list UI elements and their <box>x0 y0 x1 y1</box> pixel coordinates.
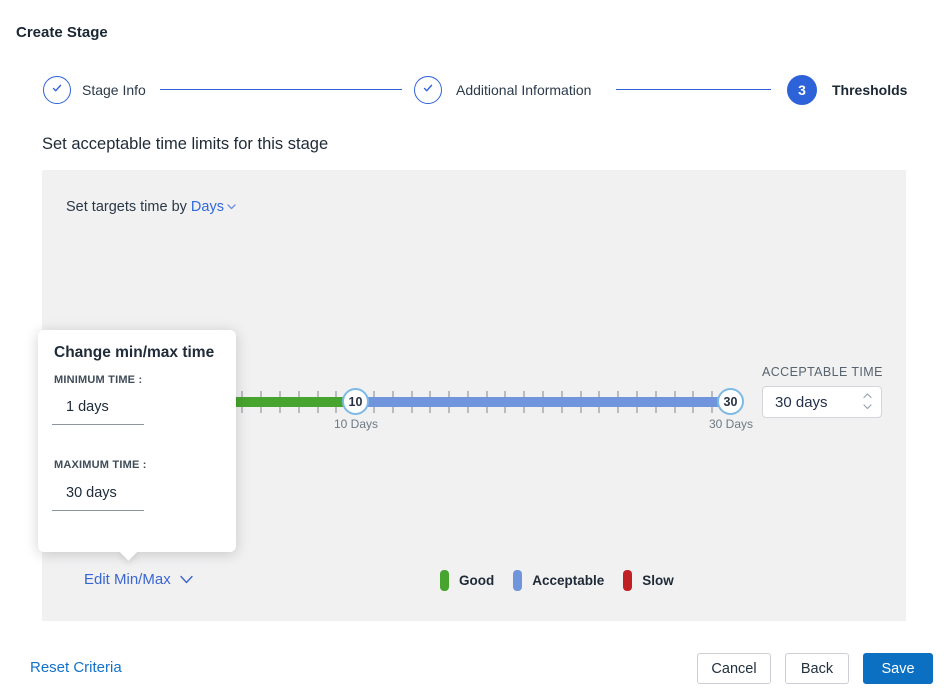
step-3-current-circle: 3 <box>787 75 817 105</box>
slider-max-label: 30 Days <box>691 417 771 431</box>
unit-dropdown-value[interactable]: Days <box>191 199 224 215</box>
slider-handle-min[interactable]: 10 <box>342 388 369 415</box>
slider-track-acceptable[interactable] <box>355 397 731 407</box>
step-number: 3 <box>798 82 806 98</box>
save-button[interactable]: Save <box>863 653 933 684</box>
edit-minmax-link[interactable]: Edit Min/Max <box>84 571 193 588</box>
spinner-up-icon[interactable] <box>863 393 872 399</box>
legend-swatch-icon <box>513 570 522 591</box>
step-connector <box>616 89 771 90</box>
step-label-thresholds[interactable]: Thresholds <box>832 80 907 100</box>
minimum-time-field <box>52 398 144 425</box>
check-icon <box>50 81 64 100</box>
acceptable-time-stepper[interactable] <box>762 386 882 418</box>
slider-handle-min-value: 10 <box>349 395 363 409</box>
back-button[interactable]: Back <box>785 653 849 684</box>
chevron-down-icon <box>180 571 193 588</box>
legend-label: Acceptable <box>532 573 604 588</box>
legend-swatch-icon <box>623 570 632 591</box>
acceptable-time-label: ACCEPTABLE TIME <box>762 365 883 379</box>
set-targets-prefix: Set targets time by <box>66 199 187 215</box>
edit-minmax-label[interactable]: Edit Min/Max <box>84 571 171 588</box>
set-targets-line: Set targets time by Days <box>66 198 236 215</box>
spinner-down-icon[interactable] <box>863 404 872 410</box>
legend-item: Acceptable <box>513 570 604 591</box>
create-stage-screen: Create Stage Stage Info Additional Infor… <box>0 0 947 699</box>
step-1-complete-circle <box>43 76 71 104</box>
cancel-button[interactable]: Cancel <box>697 653 771 684</box>
legend: Good Acceptable Slow <box>440 570 674 591</box>
page-title: Create Stage <box>16 24 108 41</box>
legend-swatch-icon <box>440 570 449 591</box>
step-2-complete-circle <box>414 76 442 104</box>
step-connector <box>160 89 402 90</box>
legend-label: Slow <box>642 573 674 588</box>
maximum-time-label: MAXIMUM TIME : <box>54 459 147 471</box>
slider-min-label: 10 Days <box>316 417 396 431</box>
footer-buttons: Cancel Back Save <box>697 653 933 684</box>
slider-handle-max-value: 30 <box>724 395 738 409</box>
legend-label: Good <box>459 573 494 588</box>
unit-dropdown[interactable]: Days <box>191 199 236 215</box>
slider-handle-max[interactable]: 30 <box>717 388 744 415</box>
maximum-time-input[interactable] <box>52 485 144 511</box>
legend-item: Slow <box>623 570 674 591</box>
legend-item: Good <box>440 570 494 591</box>
section-heading: Set acceptable time limits for this stag… <box>42 135 328 154</box>
reset-criteria-link[interactable]: Reset Criteria <box>30 659 122 676</box>
chevron-down-icon <box>227 198 236 214</box>
maximum-time-field <box>52 484 144 511</box>
min-max-popover: Change min/max time MINIMUM TIME : MAXIM… <box>38 330 236 552</box>
minimum-time-input[interactable] <box>52 399 144 425</box>
popover-title: Change min/max time <box>54 344 214 362</box>
step-label-stage-info[interactable]: Stage Info <box>82 80 146 100</box>
acceptable-time-input[interactable] <box>775 387 853 417</box>
step-label-additional-information[interactable]: Additional Information <box>456 80 591 100</box>
check-icon <box>421 81 435 100</box>
minimum-time-label: MINIMUM TIME : <box>54 374 142 386</box>
